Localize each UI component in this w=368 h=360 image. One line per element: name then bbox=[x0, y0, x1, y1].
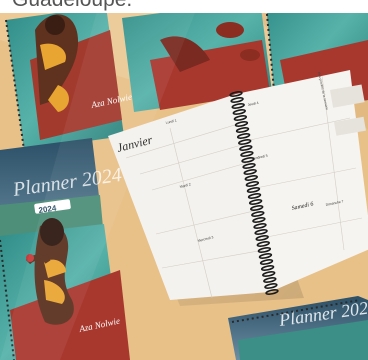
caption: Guadeloupe. bbox=[0, 0, 368, 13]
planner-photo: Aza Nolwie Planner 2024 2024 Aza Nolwie … bbox=[0, 0, 368, 360]
photo: Guadeloupe. bbox=[0, 0, 368, 360]
